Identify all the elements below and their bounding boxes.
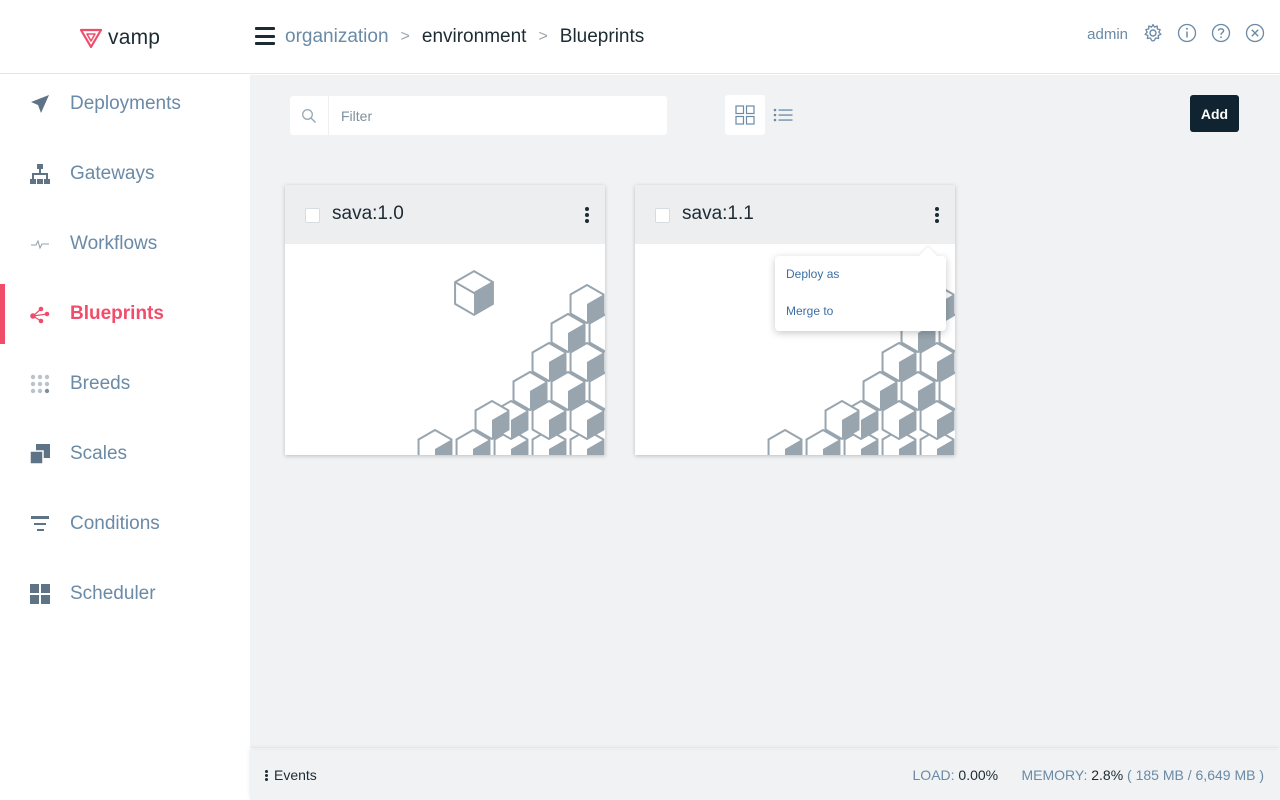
grid-squares-icon — [29, 583, 51, 605]
nodes-icon — [29, 303, 51, 325]
sidebar-item-scheduler[interactable]: Scheduler — [0, 564, 250, 624]
list-view-icon — [773, 108, 793, 122]
sidebar-item-label: Conditions — [70, 513, 160, 534]
filter-lines-icon — [29, 513, 51, 535]
layers-icon — [29, 443, 51, 465]
filter-box — [290, 96, 667, 135]
events-toggle[interactable]: Events — [265, 767, 317, 783]
memory-value: 2.8% — [1091, 767, 1124, 783]
card-title[interactable]: sava:1.0 — [332, 203, 404, 225]
sidebar-item-label: Gateways — [70, 163, 155, 184]
dots-grid-icon — [29, 373, 51, 395]
pulse-icon — [29, 233, 51, 255]
breadcrumb-separator: > — [538, 28, 548, 45]
memory-detail: ( 185 MB / 6,649 MB ) — [1127, 767, 1264, 783]
vamp-logo-icon — [80, 27, 102, 49]
list-view-button[interactable] — [768, 95, 798, 135]
sidebar-item-blueprints[interactable]: Blueprints — [0, 284, 250, 344]
card-checkbox[interactable] — [305, 208, 320, 223]
sidebar-item-label: Blueprints — [70, 303, 164, 324]
more-options-icon[interactable] — [579, 204, 595, 226]
sidebar: Deployments Gateways Workflows Blueprint… — [0, 74, 250, 800]
status-footer: Events LOAD: 0.00% MEMORY: 2.8% ( 185 MB… — [250, 750, 1280, 800]
more-vertical-icon — [265, 769, 268, 781]
top-bar: vamp organization > environment > Bluepr… — [0, 0, 1280, 74]
sidebar-item-label: Workflows — [70, 233, 158, 254]
search-icon — [290, 96, 329, 135]
user-name[interactable]: admin — [1087, 26, 1128, 43]
hexagon-illustration — [285, 244, 605, 455]
menu-item-merge-to[interactable]: Merge to — [786, 304, 834, 318]
breadcrumb-organization[interactable]: organization — [285, 26, 389, 48]
card-header: sava:1.0 — [285, 185, 605, 244]
blueprint-card[interactable]: sava:1.0 — [285, 185, 605, 455]
load-value: 0.00% — [958, 767, 999, 783]
menu-toggle-icon[interactable] — [255, 27, 275, 45]
breadcrumb-separator: > — [400, 28, 410, 45]
card-title[interactable]: sava:1.1 — [682, 203, 754, 225]
sidebar-item-label: Breeds — [70, 373, 131, 394]
card-checkbox[interactable] — [655, 208, 670, 223]
info-icon[interactable] — [1176, 22, 1198, 44]
card-options-menu: Deploy as Merge to — [775, 256, 946, 331]
gear-icon[interactable] — [1142, 22, 1164, 44]
sidebar-item-label: Scales — [70, 443, 128, 464]
add-button[interactable]: Add — [1190, 95, 1239, 132]
card-header: sava:1.1 — [635, 185, 955, 244]
app-name: vamp — [108, 26, 161, 49]
grid-view-icon — [735, 105, 755, 125]
sidebar-item-gateways[interactable]: Gateways — [0, 144, 250, 204]
grid-view-button[interactable] — [725, 95, 765, 135]
app-logo[interactable]: vamp — [80, 26, 160, 50]
sidebar-item-label: Deployments — [70, 93, 181, 114]
help-icon[interactable] — [1210, 22, 1232, 44]
breadcrumb-environment[interactable]: environment — [422, 26, 527, 48]
system-stats: LOAD: 0.00% MEMORY: 2.8% ( 185 MB / 6,64… — [913, 767, 1264, 783]
user-bar: admin — [1087, 22, 1266, 44]
sidebar-item-label: Scheduler — [70, 583, 156, 604]
memory-label: MEMORY: — [1021, 767, 1088, 783]
menu-item-deploy-as[interactable]: Deploy as — [786, 267, 840, 281]
paper-plane-icon — [29, 93, 51, 115]
sidebar-item-workflows[interactable]: Workflows — [0, 214, 250, 274]
sidebar-item-conditions[interactable]: Conditions — [0, 494, 250, 554]
sidebar-item-deployments[interactable]: Deployments — [0, 74, 250, 134]
load-label: LOAD: — [912, 767, 955, 783]
sidebar-item-scales[interactable]: Scales — [0, 424, 250, 484]
filter-input[interactable] — [329, 97, 667, 134]
main-content: Add sava:1.0 sava:1.1 Deploy as Merge to — [250, 75, 1280, 748]
more-options-icon[interactable] — [929, 204, 945, 226]
events-label: Events — [274, 767, 317, 783]
sidebar-item-breeds[interactable]: Breeds — [0, 354, 250, 414]
close-circle-icon[interactable] — [1244, 22, 1266, 44]
breadcrumb-current: Blueprints — [559, 26, 645, 47]
sitemap-icon — [29, 163, 51, 185]
breadcrumb: organization > environment > Blueprints — [285, 26, 644, 48]
